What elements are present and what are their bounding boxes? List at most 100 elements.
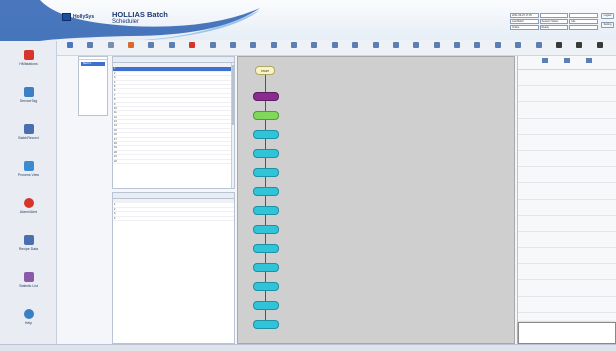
property-row[interactable] (518, 135, 616, 151)
property-row[interactable] (518, 232, 616, 249)
flow-step-node[interactable] (253, 320, 279, 329)
toolbar-button[interactable] (431, 41, 443, 55)
sidebar-item[interactable]: BatchRecord (0, 121, 57, 153)
property-row[interactable] (518, 297, 616, 313)
toolbar-button[interactable] (390, 41, 402, 55)
flow-step-node[interactable] (253, 301, 279, 310)
task-list-scrollbar[interactable] (231, 63, 235, 188)
tool-icon (564, 58, 570, 63)
toolbar-button[interactable] (553, 41, 565, 55)
flow-step-node[interactable] (253, 168, 279, 177)
copy-icon (148, 42, 155, 48)
grid-header-cell (113, 199, 123, 202)
sidebar-item[interactable]: Alarm/Alert (0, 195, 57, 227)
toolbar-button[interactable] (492, 41, 504, 55)
toolbar-button[interactable] (594, 41, 606, 55)
properties-tool-button[interactable] (560, 58, 574, 68)
property-row[interactable] (518, 280, 616, 297)
sidebar-item[interactable]: Statistic List (0, 269, 57, 301)
property-row[interactable] (518, 70, 616, 87)
table-row[interactable]: 4 (113, 217, 234, 221)
sidebar-item[interactable]: ServiceTag (0, 84, 57, 116)
toolbar-button[interactable] (64, 41, 76, 55)
bar-chart-icon (23, 50, 34, 60)
toolbar-button[interactable] (370, 41, 382, 55)
table-cell (123, 94, 167, 97)
property-row[interactable] (518, 151, 616, 168)
sidebar-item[interactable]: HMIstations (0, 47, 57, 79)
flow-step-node[interactable] (253, 263, 279, 272)
table-cell (200, 133, 234, 136)
toolbar-button[interactable] (145, 41, 157, 55)
toolbar-button[interactable] (227, 41, 239, 55)
sidebar-item[interactable]: Help (0, 306, 57, 338)
table-cell (167, 155, 185, 158)
flow-step-node[interactable] (253, 282, 279, 291)
table-cell: 18 (114, 142, 117, 146)
toolbar-button[interactable] (512, 41, 524, 55)
flow-step-node[interactable] (253, 206, 279, 215)
property-row[interactable] (518, 119, 616, 135)
settings-icon (555, 42, 562, 48)
table-cell (200, 155, 234, 158)
batch-tree[interactable]: Batch 1 (78, 56, 108, 116)
toolbar-button[interactable] (125, 41, 137, 55)
toolbar-button[interactable] (186, 41, 198, 55)
property-row[interactable] (518, 183, 616, 200)
toolbar-button[interactable] (329, 41, 341, 55)
flow-step-node[interactable] (253, 244, 279, 253)
property-row[interactable] (518, 264, 616, 281)
table-cell (123, 160, 167, 163)
toolbar-button[interactable] (207, 41, 219, 55)
property-row[interactable] (518, 167, 616, 184)
abort-icon (311, 42, 318, 48)
scroll-thumb[interactable] (232, 65, 235, 125)
toolbar-button[interactable] (308, 41, 320, 55)
property-row[interactable] (518, 248, 616, 265)
flow-step-node[interactable] (253, 225, 279, 234)
table-cell (185, 142, 200, 145)
flow-step-node[interactable] (253, 187, 279, 196)
toolbar-button[interactable] (471, 41, 483, 55)
toolbar-button[interactable] (451, 41, 463, 55)
toolbar-button[interactable] (349, 41, 361, 55)
table-cell (185, 120, 200, 123)
stop-icon (189, 42, 196, 48)
property-row[interactable] (518, 200, 616, 216)
property-row[interactable] (518, 102, 616, 119)
table-row[interactable]: 22 (113, 160, 234, 164)
property-row[interactable] (518, 86, 616, 103)
status-bar (0, 344, 616, 351)
table-cell (185, 124, 200, 127)
table-cell: 6 (114, 89, 116, 93)
toolbar-button[interactable] (410, 41, 422, 55)
table-cell (123, 203, 167, 206)
logout-button[interactable]: Logout (601, 13, 614, 19)
recipe-flow-canvas[interactable]: START (237, 56, 515, 344)
tree-selected-item[interactable]: Batch 1 (81, 62, 105, 66)
table-cell (167, 85, 185, 88)
start-node[interactable]: START (255, 66, 275, 75)
table-cell (123, 212, 167, 215)
sidebar-item[interactable]: Recipe Data (0, 232, 57, 264)
toolbar-button[interactable] (533, 41, 545, 55)
sidebar-item[interactable]: Process View (0, 158, 57, 190)
property-row[interactable] (518, 216, 616, 232)
table-cell (123, 111, 167, 114)
settings-button[interactable]: Setting (601, 22, 614, 28)
toolbar-button[interactable] (268, 41, 280, 55)
toolbar-button[interactable] (573, 41, 585, 55)
flow-step-node[interactable] (253, 130, 279, 139)
flow-step-node[interactable] (253, 111, 279, 120)
properties-tool-button[interactable] (582, 58, 596, 68)
properties-tool-button[interactable] (538, 58, 552, 68)
table-cell (185, 138, 200, 141)
flow-connector (265, 310, 266, 320)
toolbar-button[interactable] (247, 41, 259, 55)
toolbar-button[interactable] (84, 41, 96, 55)
toolbar-button[interactable] (105, 41, 117, 55)
flow-step-node[interactable] (253, 92, 279, 101)
flow-step-node[interactable] (253, 149, 279, 158)
toolbar-button[interactable] (166, 41, 178, 55)
toolbar-button[interactable] (288, 41, 300, 55)
